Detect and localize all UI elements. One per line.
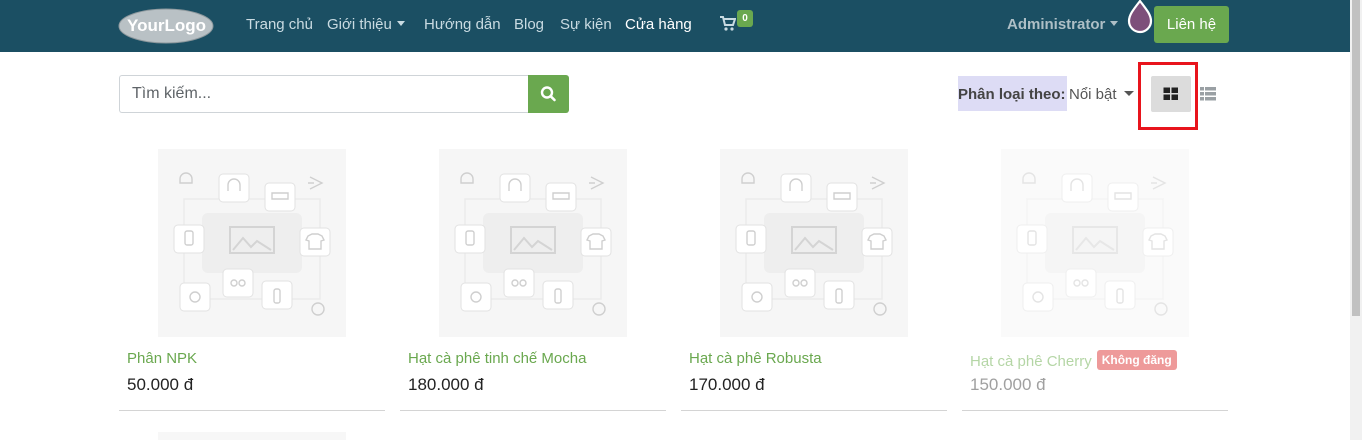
product-card[interactable]: Phân NPK 50.000 đ (119, 148, 385, 411)
nav-shop[interactable]: Cửa hàng (625, 16, 692, 33)
nav-guide[interactable]: Hướng dẫn (424, 16, 501, 33)
product-name[interactable]: Hạt cà phê Robusta (689, 350, 822, 367)
cart-icon (720, 16, 737, 31)
logo[interactable]: YourLogo (118, 6, 214, 44)
product-image[interactable] (439, 149, 627, 337)
scrollbar-thumb[interactable] (1352, 0, 1360, 316)
product-price: 180.000 đ (408, 375, 484, 394)
search-button[interactable] (528, 75, 569, 113)
cart-link[interactable]: 0 (719, 10, 753, 37)
avatar[interactable] (1124, 0, 1156, 34)
product-price: 50.000 đ (127, 375, 194, 394)
chevron-down-icon (396, 21, 405, 26)
grid-view-icon (1163, 87, 1178, 100)
sort-value: Nổi bật (1069, 86, 1117, 103)
sort-label: Phân loại theo: (958, 76, 1067, 111)
product-name: Hạt cà phê Cherry (970, 353, 1092, 370)
product-card[interactable]: Hạt cà phê tinh chế Mocha 180.000 đ (400, 148, 666, 411)
next-product-image-partial (158, 432, 346, 440)
user-menu[interactable]: Administrator (1007, 16, 1119, 33)
product-image[interactable] (158, 149, 346, 337)
product-price: 170.000 đ (689, 375, 765, 394)
grid-view-button[interactable] (1151, 76, 1191, 112)
top-navbar: YourLogo Trang chủ Giới thiệu Hướng dẫn … (0, 0, 1350, 52)
list-view-icon (1200, 87, 1216, 101)
search-input[interactable] (119, 75, 529, 113)
nav-about-label: Giới thiệu (327, 16, 392, 33)
nav-home[interactable]: Trang chủ (246, 16, 313, 33)
product-name-row[interactable]: Hạt cà phê Cherry Không đăng (970, 350, 1177, 370)
scrollbar[interactable] (1350, 0, 1362, 440)
product-image[interactable] (720, 149, 908, 337)
chevron-down-icon (1123, 91, 1134, 96)
sort-dropdown[interactable]: Nổi bật (1069, 86, 1134, 103)
cart-count-badge: 0 (737, 10, 753, 27)
logo-text: YourLogo (127, 16, 206, 35)
contact-button[interactable]: Liên hệ (1154, 6, 1229, 43)
product-card[interactable]: Hạt cà phê Robusta 170.000 đ (681, 148, 947, 411)
nav-blog[interactable]: Blog (514, 16, 544, 33)
product-price: 150.000 đ (970, 375, 1046, 394)
product-name[interactable]: Hạt cà phê tinh chế Mocha (408, 350, 586, 367)
list-view-button[interactable] (1198, 84, 1218, 104)
chevron-down-icon (1110, 21, 1119, 26)
nav-events[interactable]: Sự kiện (560, 16, 612, 33)
product-name[interactable]: Phân NPK (127, 350, 197, 367)
product-image[interactable] (1001, 149, 1189, 337)
search-icon (540, 86, 556, 102)
product-card[interactable]: Hạt cà phê Cherry Không đăng 150.000 đ (962, 148, 1228, 411)
unpublished-badge: Không đăng (1096, 350, 1177, 370)
user-name: Administrator (1007, 16, 1106, 33)
nav-about[interactable]: Giới thiệu (327, 16, 405, 33)
